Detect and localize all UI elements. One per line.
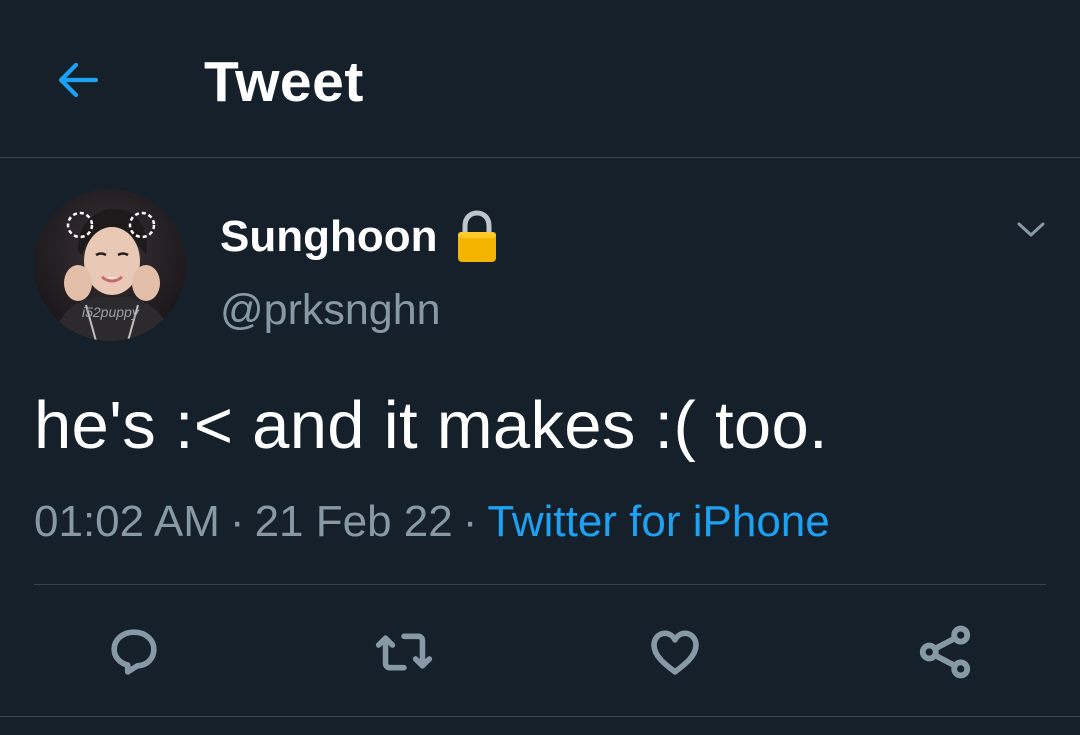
divider <box>34 584 1046 585</box>
tweet-text: he's :< and it makes :( too. <box>34 388 828 463</box>
heart-icon <box>651 630 699 675</box>
divider <box>0 716 1080 717</box>
chevron-down-icon <box>1017 222 1045 237</box>
retweet-icon <box>375 633 433 671</box>
lock-icon <box>457 210 496 262</box>
back-arrow-icon <box>58 62 99 98</box>
author-name-row: Sunghoon <box>220 207 498 267</box>
share-button[interactable] <box>915 622 975 682</box>
avatar[interactable]: i52puppy <box>34 189 186 341</box>
tweet-menu-button[interactable] <box>1006 208 1056 252</box>
tweet-screen: Tweet i52puppy Sunghoon @prksnghn he's:… <box>0 0 1080 735</box>
share-icon <box>919 625 971 679</box>
reply-icon <box>111 629 157 675</box>
author-handle[interactable]: @prksnghn <box>220 282 441 338</box>
tweet-date: 21 Feb 22 <box>254 497 453 546</box>
avatar-watermark: i52puppy <box>82 304 140 320</box>
meta-separator: · <box>229 497 245 546</box>
back-button[interactable] <box>48 50 108 110</box>
meta-separator: · <box>462 497 478 546</box>
tweet-meta: 01:02 AM · 21 Feb 22 · Twitter for iPhone <box>34 494 830 550</box>
tweet-source-link[interactable]: Twitter for iPhone <box>487 497 829 546</box>
tweet-time: 01:02 AM <box>34 497 220 546</box>
reply-button[interactable] <box>104 622 164 682</box>
top-app-bar: Tweet <box>0 0 1080 158</box>
display-name[interactable]: Sunghoon <box>220 209 438 265</box>
avatar-image: i52puppy <box>34 189 186 341</box>
retweet-button[interactable] <box>374 622 434 682</box>
page-title: Tweet <box>204 50 364 114</box>
like-button[interactable] <box>645 622 705 682</box>
